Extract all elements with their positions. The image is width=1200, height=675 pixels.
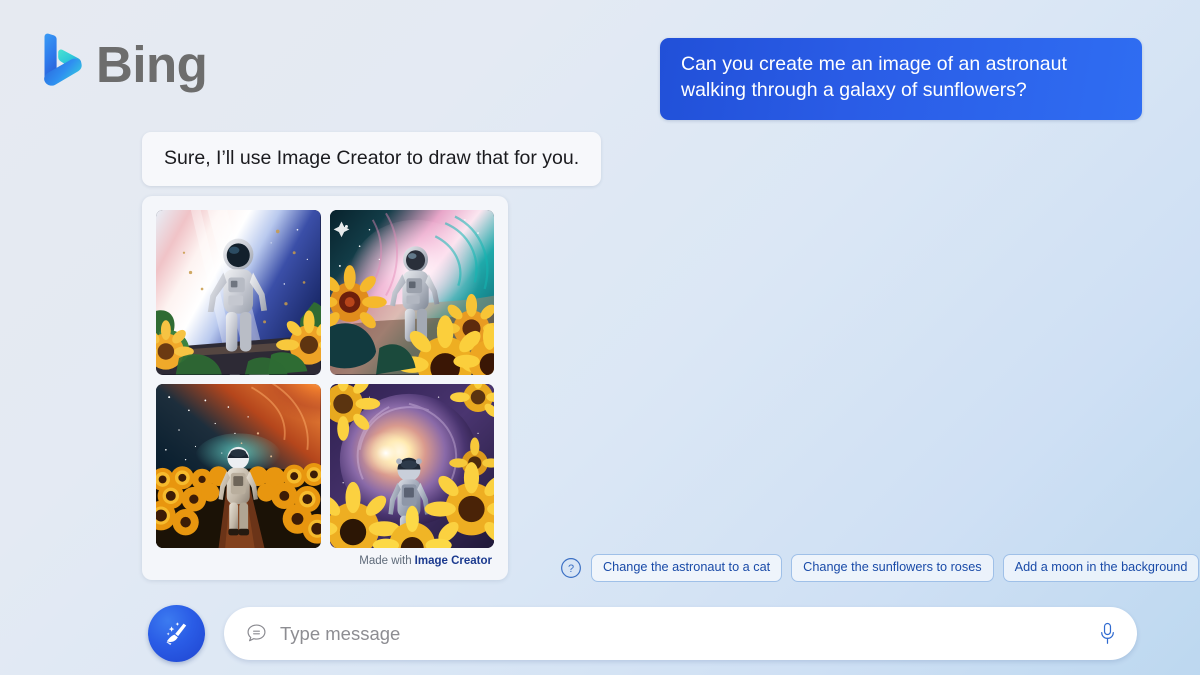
bing-b-logo-icon bbox=[44, 33, 82, 86]
bing-logo: Bing bbox=[40, 33, 208, 95]
chat-bubble-lines-icon bbox=[247, 624, 266, 642]
generated-image-4[interactable] bbox=[329, 383, 494, 548]
svg-text:?: ? bbox=[568, 563, 574, 575]
generated-image-2[interactable] bbox=[329, 210, 494, 375]
card-footer: Made with Image Creator bbox=[156, 548, 494, 576]
question-mark-circle-icon[interactable]: ? bbox=[560, 557, 582, 579]
broom-sparkle-icon bbox=[165, 621, 186, 645]
suggestion-chip-1[interactable]: Change the astronaut to a cat bbox=[591, 554, 783, 583]
bing-wordmark: Bing bbox=[96, 35, 208, 93]
suggestion-chip-2[interactable]: Change the sunflowers to roses bbox=[791, 554, 994, 583]
generated-image-1[interactable] bbox=[156, 210, 321, 375]
bot-message-bubble: Sure, I’ll use Image Creator to draw tha… bbox=[142, 132, 602, 187]
made-with-label: Made with bbox=[359, 555, 412, 567]
suggestions-row: ? Change the astronaut to a cat Change t… bbox=[560, 554, 1200, 583]
message-input[interactable] bbox=[280, 622, 1085, 645]
microphone-icon[interactable] bbox=[1097, 621, 1118, 647]
user-message-bubble: Can you create me an image of an astrona… bbox=[660, 38, 1142, 120]
image-creator-link[interactable]: Image Creator bbox=[415, 555, 492, 567]
image-grid bbox=[156, 210, 494, 548]
generated-image-card: Made with Image Creator bbox=[142, 196, 508, 580]
message-composer[interactable] bbox=[224, 607, 1137, 660]
suggestion-chip-3[interactable]: Add a moon in the background bbox=[1002, 554, 1200, 583]
new-topic-button[interactable] bbox=[148, 605, 205, 662]
generated-image-3[interactable] bbox=[156, 383, 321, 548]
